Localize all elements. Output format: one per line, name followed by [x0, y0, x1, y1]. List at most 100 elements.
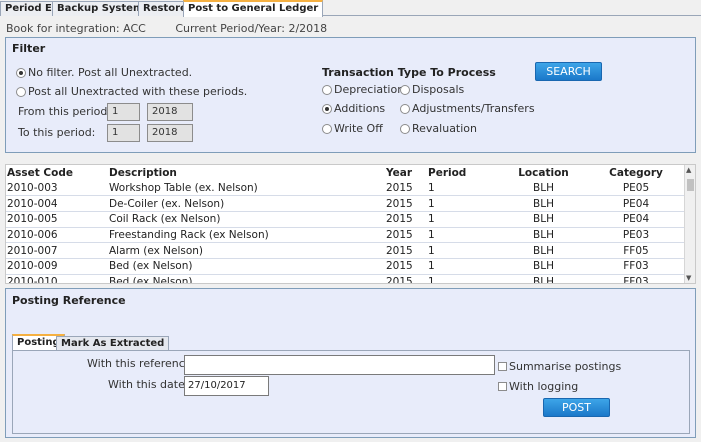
- asset-grid: Asset Code Description Year Period Locat…: [5, 164, 696, 284]
- asset-table: Asset Code Description Year Period Locat…: [6, 165, 686, 283]
- cell-location: BLH: [501, 195, 585, 212]
- cell-location: BLH: [501, 242, 585, 259]
- radio-disposals-label: Disposals: [412, 83, 465, 96]
- cell-period: 1: [427, 227, 501, 244]
- radio-no-filter[interactable]: No filter. Post all Unextracted.: [16, 66, 192, 79]
- cell-period: 1: [427, 195, 501, 212]
- scroll-up-icon[interactable]: ▲: [686, 166, 691, 174]
- with-logging-label: With logging: [509, 380, 579, 393]
- radio-write-off-label: Write Off: [334, 122, 383, 135]
- summarise-postings-label: Summarise postings: [509, 360, 622, 373]
- col-period[interactable]: Period: [427, 165, 501, 180]
- cell-period: 1: [427, 274, 501, 283]
- cell-location: BLH: [501, 258, 585, 275]
- radio-icon: [322, 123, 332, 134]
- radio-depreciation[interactable]: Depreciation: [322, 83, 404, 96]
- table-row[interactable]: 2010-003 Workshop Table (ex. Nelson) 2015 1…: [6, 180, 686, 197]
- radio-disposals[interactable]: Disposals: [400, 83, 464, 96]
- radio-additions[interactable]: Additions: [322, 102, 385, 115]
- posting-reference-title: Posting Reference: [12, 294, 126, 307]
- cell-asset-code: 2010-006: [6, 227, 108, 244]
- table-row[interactable]: 2010-010 Bed (ex Nelson) 2015 1 BLH FF03: [6, 274, 686, 283]
- col-asset-code[interactable]: Asset Code: [6, 165, 108, 180]
- book-label: Book for integration: ACC: [6, 22, 146, 35]
- cell-asset-code: 2010-009: [6, 258, 108, 275]
- date-input[interactable]: 27/10/2017: [184, 376, 269, 396]
- cell-year: 2015: [385, 227, 427, 244]
- cell-year: 2015: [385, 180, 427, 197]
- from-year-field[interactable]: 2018: [147, 103, 193, 121]
- search-button[interactable]: SEARCH: [535, 62, 602, 81]
- cell-location: BLH: [501, 274, 585, 283]
- cell-year: 2015: [385, 258, 427, 275]
- cell-category: FF03: [585, 274, 686, 283]
- radio-revaluation-label: Revaluation: [412, 122, 478, 135]
- radio-icon: [16, 86, 26, 97]
- cell-asset-code: 2010-005: [6, 211, 108, 228]
- radio-icon: [400, 84, 410, 95]
- to-period-field[interactable]: 1: [107, 124, 140, 142]
- cell-description: De-Coiler (ex. Nelson): [108, 195, 385, 212]
- col-category[interactable]: Category: [585, 165, 686, 180]
- reference-label: With this reference: [87, 357, 192, 370]
- cell-asset-code: 2010-003: [6, 180, 108, 197]
- radio-additions-label: Additions: [334, 102, 386, 115]
- filter-title: Filter: [12, 42, 46, 55]
- radio-adjustments-label: Adjustments/Transfers: [412, 102, 535, 115]
- subtab-mark-as-extracted[interactable]: Mark As Extracted: [56, 336, 170, 351]
- radio-no-filter-label: No filter. Post all Unextracted.: [28, 66, 193, 79]
- cell-category: PE04: [585, 195, 686, 212]
- radio-icon: [400, 123, 410, 134]
- current-period-label: Current Period/Year: 2/2018: [175, 22, 328, 35]
- grid-scrollbar[interactable]: ▲ ▼: [684, 165, 695, 283]
- cell-asset-code: 2010-010: [6, 274, 108, 283]
- date-label: With this date:: [108, 378, 189, 391]
- cell-description: Alarm (ex Nelson): [108, 242, 385, 259]
- cell-period: 1: [427, 258, 501, 275]
- radio-icon: [322, 84, 332, 95]
- cell-asset-code: 2010-004: [6, 195, 108, 212]
- cell-year: 2015: [385, 211, 427, 228]
- cell-category: PE04: [585, 211, 686, 228]
- post-button[interactable]: POST: [543, 398, 610, 417]
- col-year[interactable]: Year: [385, 165, 427, 180]
- table-header-row: Asset Code Description Year Period Locat…: [6, 165, 686, 180]
- cell-year: 2015: [385, 195, 427, 212]
- radio-write-off[interactable]: Write Off: [322, 122, 383, 135]
- main-tab-bar: Period End Backup System Restore Post to…: [0, 0, 701, 17]
- from-period-label: From this period:: [18, 105, 112, 118]
- tab-post-to-general-ledger[interactable]: Post to General Ledger: [183, 0, 324, 17]
- table-row[interactable]: 2010-006 Freestanding Rack (ex Nelson) 201…: [6, 227, 686, 244]
- cell-year: 2015: [385, 242, 427, 259]
- radio-adjustments-transfers[interactable]: Adjustments/Transfers: [400, 102, 535, 115]
- cell-location: BLH: [501, 211, 585, 228]
- to-period-label: To this period:: [18, 126, 96, 139]
- cell-category: PE05: [585, 180, 686, 197]
- with-logging-checkbox[interactable]: With logging: [498, 380, 578, 393]
- table-row[interactable]: 2010-009 Bed (ex Nelson) 2015 1 BLH FF03: [6, 258, 686, 275]
- checkbox-icon: [498, 382, 507, 391]
- summarise-postings-checkbox[interactable]: Summarise postings: [498, 360, 621, 373]
- cell-category: FF05: [585, 242, 686, 259]
- table-row[interactable]: 2010-004 De-Coiler (ex. Nelson) 2015 1 BLH PE…: [6, 195, 686, 212]
- reference-input[interactable]: [184, 355, 495, 375]
- cell-category: PE03: [585, 227, 686, 244]
- radio-with-periods[interactable]: Post all Unextracted with these periods.: [16, 85, 247, 98]
- tab-backup-system[interactable]: Backup System: [52, 1, 149, 16]
- cell-description: Coil Rack (ex Nelson): [108, 211, 385, 228]
- radio-revaluation[interactable]: Revaluation: [400, 122, 477, 135]
- table-row[interactable]: 2010-005 Coil Rack (ex Nelson) 2015 1 BLH PE0…: [6, 211, 686, 228]
- to-year-field[interactable]: 2018: [147, 124, 193, 142]
- transaction-type-title: Transaction Type To Process: [322, 66, 496, 79]
- scroll-down-icon[interactable]: ▼: [686, 274, 691, 282]
- col-location[interactable]: Location: [501, 165, 585, 180]
- table-row[interactable]: 2010-007 Alarm (ex Nelson) 2015 1 BLH FF05: [6, 242, 686, 259]
- cell-period: 1: [427, 180, 501, 197]
- cell-description: Workshop Table (ex. Nelson): [108, 180, 385, 197]
- cell-description: Bed (ex Nelson): [108, 274, 385, 283]
- scroll-thumb[interactable]: [687, 179, 694, 191]
- radio-icon: [400, 103, 410, 114]
- cell-period: 1: [427, 211, 501, 228]
- col-description[interactable]: Description: [108, 165, 385, 180]
- from-period-field[interactable]: 1: [107, 103, 140, 121]
